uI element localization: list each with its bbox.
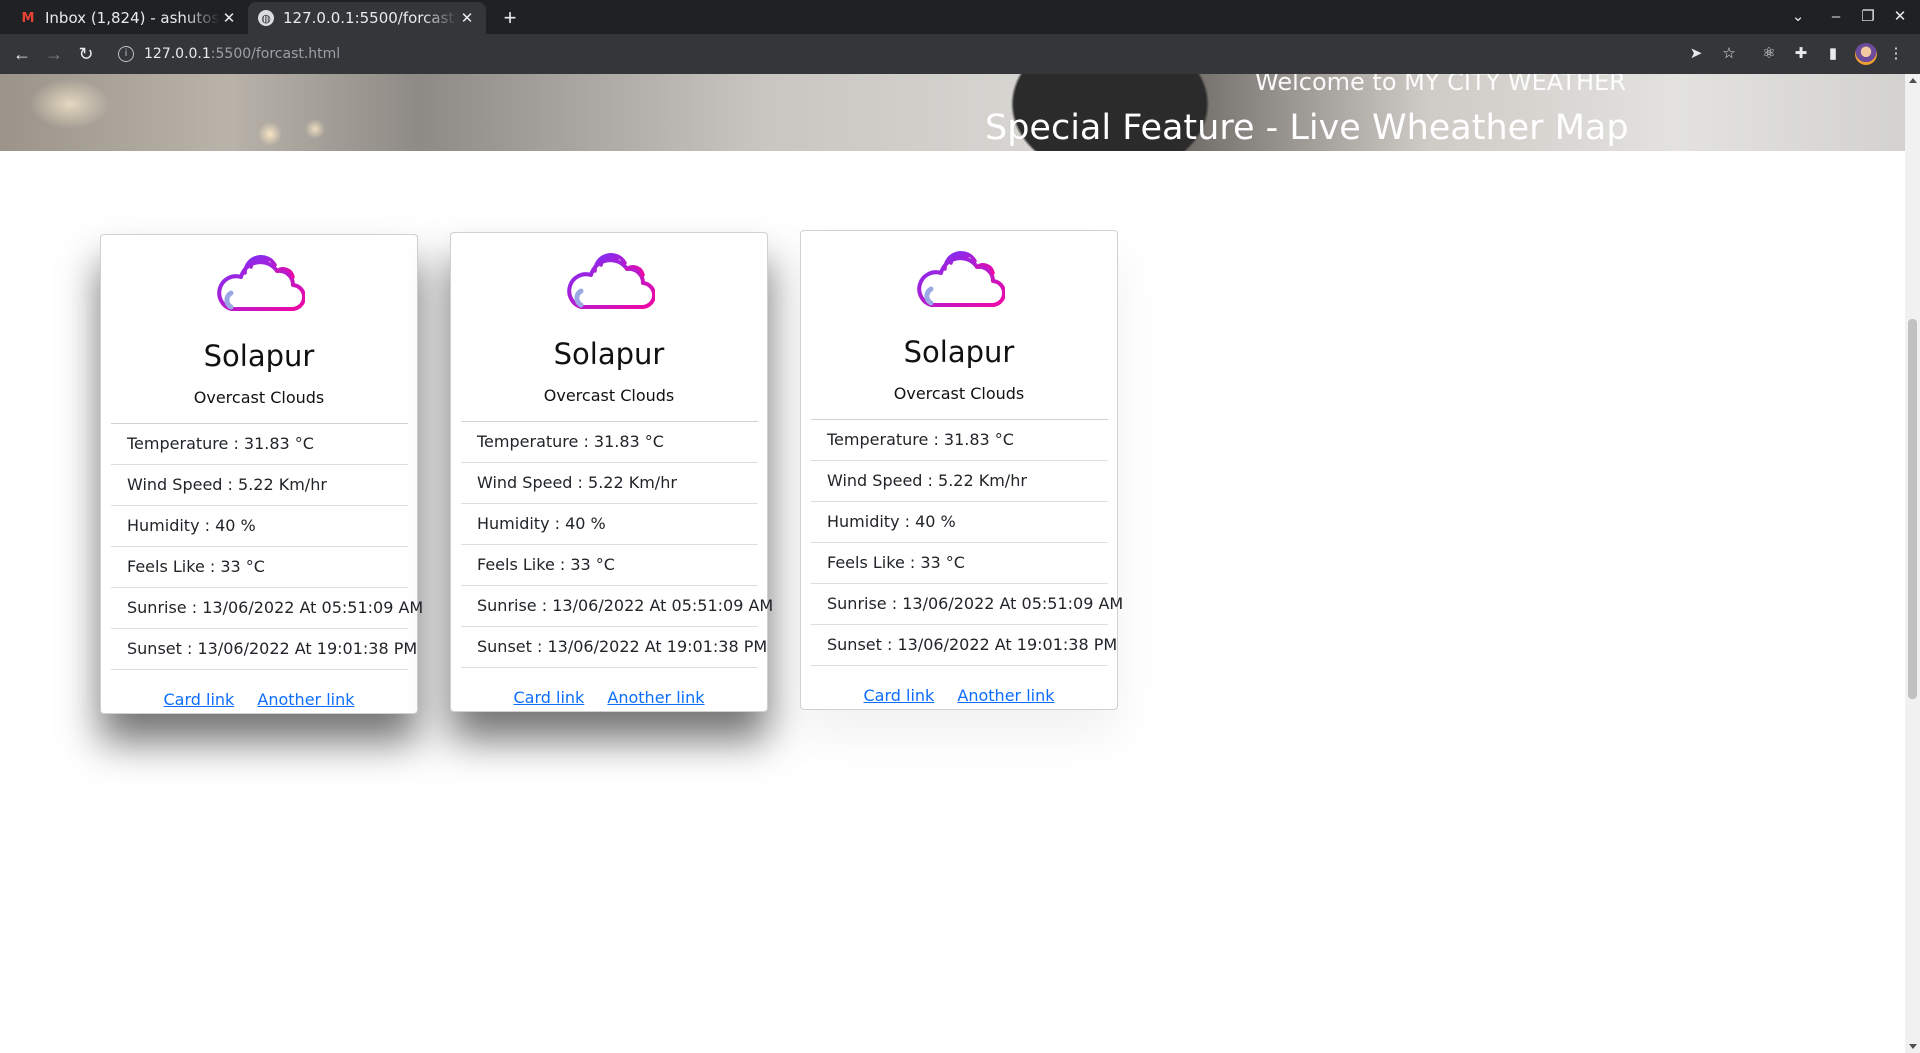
cloud-icon bbox=[217, 255, 305, 312]
another-link[interactable]: Another link bbox=[957, 686, 1054, 705]
feels-like-item: Feels Like : 33 °C bbox=[811, 543, 1108, 584]
weather-details-list: Temperature : 31.83 °C Wind Speed : 5.22… bbox=[111, 423, 423, 670]
humidity-item: Humidity : 40 % bbox=[111, 506, 408, 547]
card-links: Card link Another link bbox=[801, 686, 1117, 705]
humidity-item: Humidity : 40 % bbox=[461, 504, 758, 545]
url-text: 127.0.0.1:5500/forcast.html bbox=[144, 46, 340, 62]
tab-search-icon[interactable]: ⌄ bbox=[1782, 0, 1814, 34]
scroll-up-arrow-icon[interactable] bbox=[1909, 78, 1917, 83]
restore-button[interactable]: ❐ bbox=[1852, 0, 1884, 34]
react-devtools-icon[interactable]: ⚛ bbox=[1757, 42, 1781, 66]
vertical-scrollbar[interactable] bbox=[1905, 74, 1920, 1053]
close-tab-icon[interactable]: ✕ bbox=[220, 9, 238, 27]
card-link[interactable]: Card link bbox=[864, 686, 935, 705]
scroll-down-arrow-icon[interactable] bbox=[1909, 1044, 1917, 1049]
weather-description: Overcast Clouds bbox=[193, 388, 325, 407]
site-info-icon[interactable]: i bbox=[118, 46, 134, 62]
tab-title: 127.0.0.1:5500/forcast.html bbox=[283, 9, 458, 27]
profile-avatar[interactable] bbox=[1855, 43, 1877, 65]
forward-icon[interactable]: → bbox=[40, 40, 68, 68]
cloud-icon bbox=[917, 251, 1005, 308]
city-name: Solapur bbox=[903, 335, 1015, 369]
weather-description: Overcast Clouds bbox=[543, 386, 675, 405]
wind-speed-item: Wind Speed : 5.22 Km/hr bbox=[461, 463, 758, 504]
another-link[interactable]: Another link bbox=[607, 688, 704, 707]
bookmark-star-icon[interactable]: ☆ bbox=[1717, 42, 1741, 66]
menu-kebab-icon[interactable]: ⋮ bbox=[1884, 42, 1908, 66]
sunrise-item: Sunrise : 13/06/2022 At 05:51:09 AM bbox=[461, 586, 773, 627]
sunset-item: Sunset : 13/06/2022 At 19:01:38 PM bbox=[461, 627, 767, 668]
sunrise-item: Sunrise : 13/06/2022 At 05:51:09 AM bbox=[811, 584, 1123, 625]
weather-card: Solapur Overcast Clouds Temperature : 31… bbox=[800, 230, 1123, 710]
globe-icon: ◍ bbox=[258, 10, 274, 26]
tab-gmail-inbox[interactable]: M Inbox (1,824) - ashutosh.s ✕ bbox=[10, 2, 248, 34]
minimize-button[interactable]: – bbox=[1820, 0, 1852, 34]
temperature-item: Temperature : 31.83 °C bbox=[461, 422, 758, 463]
wind-speed-item: Wind Speed : 5.22 Km/hr bbox=[811, 461, 1108, 502]
city-name: Solapur bbox=[203, 339, 315, 373]
extensions-icon[interactable]: ✚ bbox=[1789, 42, 1813, 66]
temperature-item: Temperature : 31.83 °C bbox=[811, 420, 1108, 461]
hero-banner: Welcome to MY CITY WEATHER Special Featu… bbox=[0, 74, 1905, 151]
browser-toolbar: ← → ↻ i 127.0.0.1:5500/forcast.html ➤ ☆ … bbox=[0, 34, 1920, 74]
weather-description: Overcast Clouds bbox=[893, 384, 1025, 403]
new-tab-button[interactable]: + bbox=[496, 4, 524, 32]
scrollbar-thumb[interactable] bbox=[1908, 319, 1917, 699]
page-viewport: Welcome to MY CITY WEATHER Special Featu… bbox=[0, 74, 1905, 1053]
back-icon[interactable]: ← bbox=[8, 40, 36, 68]
city-name: Solapur bbox=[553, 337, 665, 371]
sunrise-item: Sunrise : 13/06/2022 At 05:51:09 AM bbox=[111, 588, 423, 629]
close-tab-icon[interactable]: ✕ bbox=[458, 9, 476, 27]
tab-strip: M Inbox (1,824) - ashutosh.s ✕ ◍ 127.0.0… bbox=[0, 0, 1920, 34]
card-link[interactable]: Card link bbox=[514, 688, 585, 707]
sunset-item: Sunset : 13/06/2022 At 19:01:38 PM bbox=[811, 625, 1117, 666]
hero-welcome-text: Welcome to MY CITY WEATHER bbox=[1255, 74, 1626, 96]
card-link[interactable]: Card link bbox=[164, 690, 235, 709]
url-host: 127.0.0.1 bbox=[144, 46, 211, 62]
sunset-item: Sunset : 13/06/2022 At 19:01:38 PM bbox=[111, 629, 417, 670]
wind-speed-item: Wind Speed : 5.22 Km/hr bbox=[111, 465, 408, 506]
humidity-item: Humidity : 40 % bbox=[811, 502, 1108, 543]
close-window-button[interactable]: ✕ bbox=[1884, 0, 1916, 34]
tab-title: Inbox (1,824) - ashutosh.s bbox=[45, 9, 220, 27]
tab-forcast[interactable]: ◍ 127.0.0.1:5500/forcast.html ✕ bbox=[248, 2, 486, 34]
weather-details-list: Temperature : 31.83 °C Wind Speed : 5.22… bbox=[461, 421, 773, 668]
temperature-item: Temperature : 31.83 °C bbox=[111, 424, 408, 465]
card-links: Card link Another link bbox=[451, 688, 767, 707]
feels-like-item: Feels Like : 33 °C bbox=[111, 547, 408, 588]
reload-icon[interactable]: ↻ bbox=[72, 40, 100, 68]
another-link[interactable]: Another link bbox=[257, 690, 354, 709]
card-links: Card link Another link bbox=[101, 690, 417, 709]
cloud-icon bbox=[567, 253, 655, 310]
url-path: :5500/forcast.html bbox=[210, 46, 341, 62]
side-panel-icon[interactable]: ▮ bbox=[1821, 42, 1845, 66]
hero-title: Special Feature - Live Wheather Map bbox=[985, 108, 1629, 148]
gmail-icon: M bbox=[21, 10, 35, 26]
weather-details-list: Temperature : 31.83 °C Wind Speed : 5.22… bbox=[811, 419, 1123, 666]
send-icon[interactable]: ➤ bbox=[1684, 42, 1708, 66]
weather-card: Solapur Overcast Clouds Temperature : 31… bbox=[100, 234, 423, 714]
address-bar[interactable]: i 127.0.0.1:5500/forcast.html bbox=[108, 38, 1668, 70]
weather-card: Solapur Overcast Clouds Temperature : 31… bbox=[450, 232, 773, 712]
feels-like-item: Feels Like : 33 °C bbox=[461, 545, 758, 586]
